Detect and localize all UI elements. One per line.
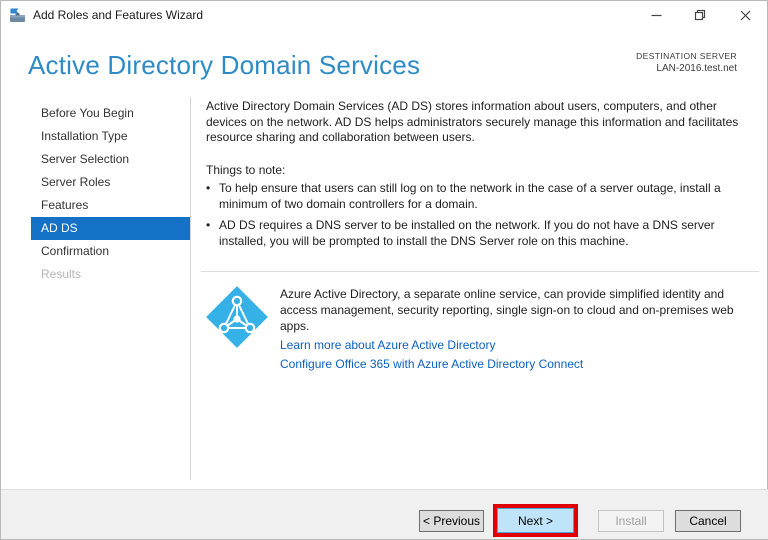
sidebar-item-confirmation[interactable]: Confirmation [31, 240, 190, 263]
intro-paragraph: Active Directory Domain Services (AD DS)… [206, 99, 739, 144]
bullet-icon: • [206, 218, 211, 232]
things-to-note-heading: Things to note: [206, 163, 286, 177]
content-divider [201, 271, 759, 272]
wizard-steps-sidebar: Before You Begin Installation Type Serve… [1, 97, 191, 480]
sidebar-item-installation-type[interactable]: Installation Type [31, 125, 190, 148]
note-text: AD DS requires a DNS server to be instal… [219, 218, 715, 248]
cancel-button[interactable]: Cancel [675, 510, 741, 532]
azure-description: Azure Active Directory, a separate onlin… [280, 287, 734, 333]
titlebar[interactable]: Add Roles and Features Wizard [1, 1, 767, 30]
wizard-window: Add Roles and Features Wizard Active Dir… [0, 0, 768, 540]
destination-server-block: DESTINATION SERVER LAN-2016.test.net [636, 51, 737, 74]
server-manager-icon [10, 8, 25, 22]
restore-icon[interactable] [689, 5, 711, 25]
azure-ad-info-block: Azure Active Directory, a separate onlin… [204, 284, 759, 372]
sidebar-item-features[interactable]: Features [31, 194, 190, 217]
note-item-dns-server: • AD DS requires a DNS server to be inst… [206, 218, 754, 249]
close-icon[interactable] [734, 5, 756, 25]
annotation-next-highlight: Next > [493, 504, 578, 537]
page-title: Active Directory Domain Services [28, 50, 421, 80]
sidebar-item-before-you-begin[interactable]: Before You Begin [31, 102, 190, 125]
minimize-icon[interactable] [645, 5, 667, 25]
sidebar-item-server-roles[interactable]: Server Roles [31, 171, 190, 194]
link-configure-office-365[interactable]: Configure Office 365 with Azure Active D… [280, 357, 583, 372]
bullet-icon: • [206, 181, 211, 195]
destination-server-name: LAN-2016.test.net [656, 63, 737, 74]
link-learn-more-azure-ad[interactable]: Learn more about Azure Active Directory [280, 338, 495, 353]
sidebar-item-ad-ds[interactable]: AD DS [31, 217, 190, 240]
next-button[interactable]: Next > [497, 508, 574, 533]
sidebar-item-results: Results [41, 267, 82, 281]
note-text: To help ensure that users can still log … [219, 181, 721, 211]
azure-active-directory-icon [206, 286, 268, 348]
sidebar-item-server-selection[interactable]: Server Selection [31, 148, 190, 171]
previous-button[interactable]: < Previous [419, 510, 484, 532]
note-item-domain-controllers: • To help ensure that users can still lo… [206, 181, 754, 212]
destination-server-label: DESTINATION SERVER [636, 51, 737, 61]
install-button: Install [598, 510, 664, 532]
window-title: Add Roles and Features Wizard [33, 8, 204, 22]
